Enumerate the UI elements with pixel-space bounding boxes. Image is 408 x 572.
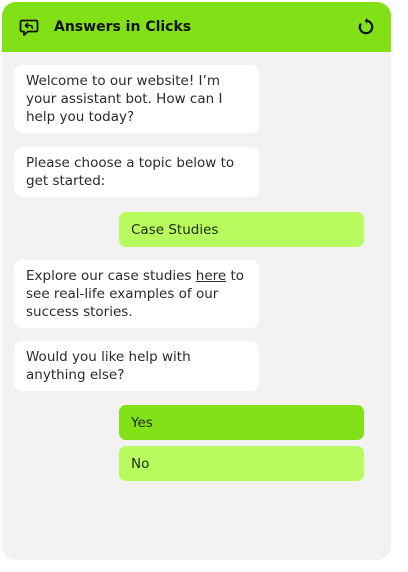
selected-topic-case-studies[interactable]: Case Studies: [119, 212, 364, 247]
message-text: Explore our case studies: [26, 268, 196, 284]
option-label: No: [131, 455, 150, 472]
page: ( Answers in Clicks Welcome to our websi…: [0, 0, 408, 572]
option-yes-button[interactable]: Yes: [119, 405, 364, 440]
bot-message-choose-topic: Please choose a topic below to get start…: [14, 147, 259, 197]
bot-message-case-studies: Explore our case studies here to see rea…: [14, 260, 259, 328]
chat-widget: Answers in Clicks Welcome to our website…: [2, 2, 391, 560]
option-label: Yes: [131, 414, 153, 431]
chat-reply-icon: [18, 16, 40, 38]
case-studies-link[interactable]: here: [196, 268, 226, 284]
option-no-button[interactable]: No: [119, 446, 364, 481]
refresh-icon[interactable]: [355, 16, 377, 38]
bot-message-anything-else: Would you like help with anything else?: [14, 341, 259, 391]
chat-header: Answers in Clicks: [2, 2, 391, 52]
chat-title: Answers in Clicks: [54, 19, 192, 35]
choice-label: Case Studies: [131, 221, 219, 238]
chat-body: Welcome to our website! I’m your assista…: [2, 52, 391, 560]
bot-message-welcome: Welcome to our website! I’m your assista…: [14, 65, 259, 133]
